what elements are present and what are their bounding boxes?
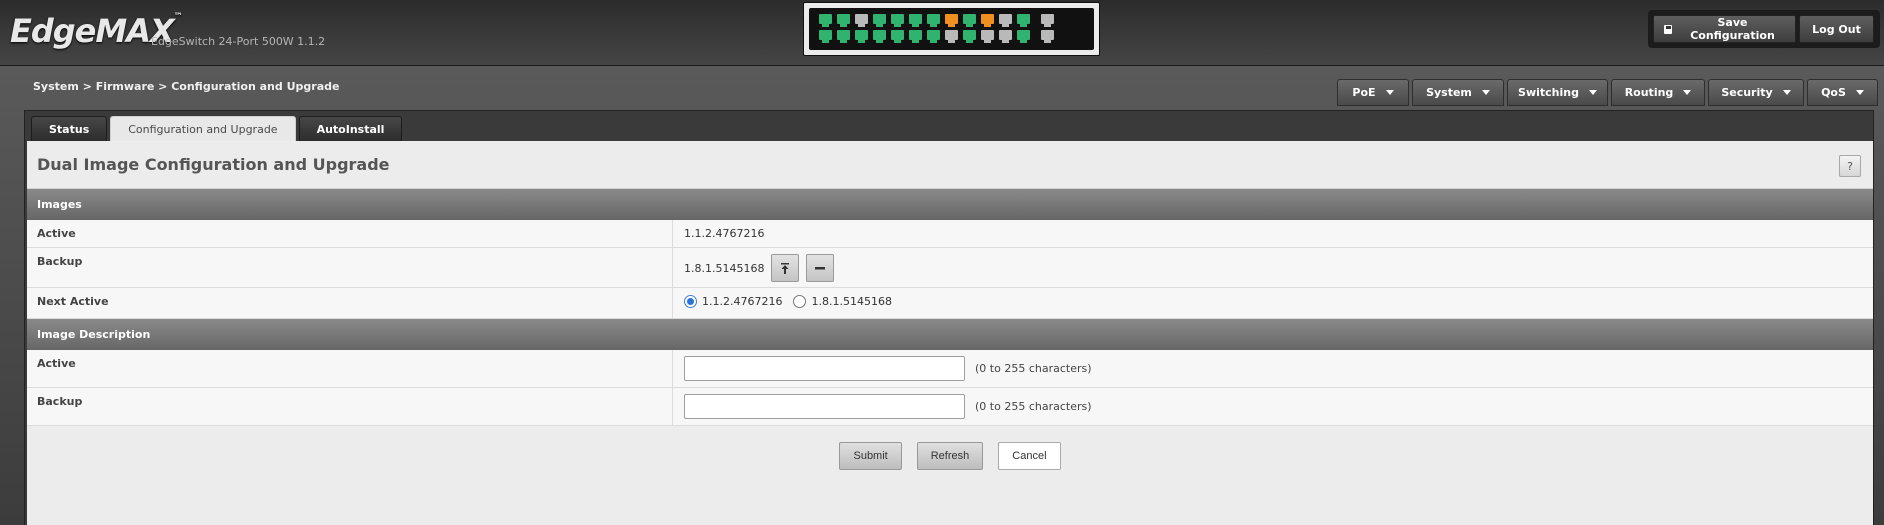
images-section-header: Images (27, 189, 1873, 220)
port-6[interactable] (909, 14, 922, 27)
port-13[interactable] (1041, 14, 1054, 27)
port-12[interactable] (1017, 14, 1030, 27)
caret-down-icon (1855, 90, 1864, 95)
port-26[interactable] (1041, 30, 1054, 43)
port-25[interactable] (1017, 30, 1030, 43)
cancel-button[interactable]: Cancel (998, 442, 1061, 470)
next-active-radio-2[interactable] (793, 295, 807, 308)
port-19[interactable] (909, 30, 922, 43)
tab-autoinstall[interactable]: AutoInstall (298, 116, 403, 141)
next-active-option-1-label: 1.1.2.4767216 (702, 295, 783, 308)
floppy-disk-icon (1664, 24, 1672, 34)
page-title: Dual Image Configuration and Upgrade (37, 155, 390, 174)
port-23[interactable] (981, 30, 994, 43)
header-actions: Save Configuration Log Out (1648, 10, 1880, 48)
caret-down-icon (1683, 90, 1692, 95)
port-grid (809, 8, 1094, 50)
caret-down-icon (1385, 90, 1394, 95)
port-16[interactable] (855, 30, 868, 43)
minus-icon (815, 266, 826, 269)
description-active-input[interactable] (684, 356, 965, 381)
port-24[interactable] (999, 30, 1012, 43)
description-backup-input[interactable] (684, 394, 965, 419)
tab-configuration-and-upgrade[interactable]: Configuration and Upgrade (110, 116, 296, 141)
form-actions: Submit Refresh Cancel (27, 442, 1873, 470)
port-status-panel[interactable] (803, 2, 1100, 56)
port-7[interactable] (927, 14, 940, 27)
breadcrumb: System > Firmware > Configuration and Up… (33, 80, 340, 93)
tab-status[interactable]: Status (31, 116, 108, 141)
port-9[interactable] (963, 14, 976, 27)
port-1[interactable] (819, 14, 832, 27)
edgemax-logo: EdgeMAX™ (10, 12, 183, 50)
port-10[interactable] (981, 14, 994, 27)
caret-down-icon (1481, 90, 1490, 95)
menu-routing[interactable]: Routing (1611, 79, 1705, 106)
port-3[interactable] (855, 14, 868, 27)
main-panel: Status Configuration and Upgrade AutoIns… (24, 110, 1874, 525)
delete-backup-button[interactable] (806, 254, 835, 282)
active-image-label: Active (37, 227, 76, 240)
menu-qos[interactable]: QoS (1807, 79, 1878, 106)
caret-down-icon (1782, 90, 1791, 95)
port-8[interactable] (945, 14, 958, 27)
port-11[interactable] (999, 14, 1012, 27)
next-active-radio-1[interactable] (684, 295, 697, 308)
port-21[interactable] (945, 30, 958, 43)
description-active-label: Active (37, 357, 76, 370)
port-22[interactable] (963, 30, 976, 43)
next-active-label: Next Active (37, 295, 109, 308)
port-15[interactable] (837, 30, 850, 43)
activate-backup-button[interactable] (771, 254, 800, 282)
menu-system[interactable]: System (1412, 79, 1504, 106)
help-button[interactable]: ? (1839, 155, 1861, 177)
backup-image-label: Backup (37, 255, 83, 268)
menu-security[interactable]: Security (1708, 79, 1804, 106)
description-backup-group: (0 to 255 characters) (684, 394, 1092, 419)
main-menu: PoE System Switching Routing Security Qo… (1337, 79, 1878, 106)
port-4[interactable] (873, 14, 886, 27)
port-2[interactable] (837, 14, 850, 27)
app-header: EdgeMAX™ EdgeSwitch 24-Port 500W 1.1.2 S… (0, 0, 1884, 66)
upload-icon (781, 262, 790, 274)
active-image-value: 1.1.2.4767216 (684, 227, 765, 240)
submit-button[interactable]: Submit (839, 442, 902, 470)
description-backup-label: Backup (37, 395, 83, 408)
description-active-hint: (0 to 255 characters) (975, 362, 1092, 375)
page-title-bar: Dual Image Configuration and Upgrade ? (27, 141, 1873, 189)
next-active-option-2-label: 1.8.1.5145168 (811, 295, 892, 308)
next-active-options: 1.1.2.4767216 1.8.1.5145168 (684, 295, 892, 308)
save-configuration-button[interactable]: Save Configuration (1653, 15, 1796, 43)
tab-content: Dual Image Configuration and Upgrade ? I… (27, 141, 1873, 525)
port-5[interactable] (891, 14, 904, 27)
port-14[interactable] (819, 30, 832, 43)
port-17[interactable] (873, 30, 886, 43)
menu-switching[interactable]: Switching (1507, 79, 1608, 106)
description-backup-hint: (0 to 255 characters) (975, 400, 1092, 413)
description-active-group: (0 to 255 characters) (684, 356, 1092, 381)
tab-bar: Status Configuration and Upgrade AutoIns… (31, 116, 403, 141)
next-active-row: Next Active 1.1.2.4767216 1.8.1.5145168 (27, 288, 1873, 319)
port-18[interactable] (891, 30, 904, 43)
caret-down-icon (1588, 90, 1597, 95)
backup-image-value: 1.8.1.5145168 (684, 261, 765, 275)
backup-image-row: Backup 1.8.1.5145168 (27, 248, 1873, 288)
port-20[interactable] (927, 30, 940, 43)
active-image-row: Active 1.1.2.4767216 (27, 220, 1873, 248)
menu-poe[interactable]: PoE (1337, 79, 1409, 106)
description-backup-row: Backup (0 to 255 characters) (27, 388, 1873, 426)
device-model: EdgeSwitch 24-Port 500W 1.1.2 (151, 35, 326, 48)
image-description-section-header: Image Description (27, 319, 1873, 350)
description-active-row: Active (0 to 255 characters) (27, 350, 1873, 388)
refresh-button[interactable]: Refresh (916, 442, 984, 470)
log-out-button[interactable]: Log Out (1799, 15, 1874, 43)
backup-image-value-group: 1.8.1.5145168 (684, 254, 835, 282)
